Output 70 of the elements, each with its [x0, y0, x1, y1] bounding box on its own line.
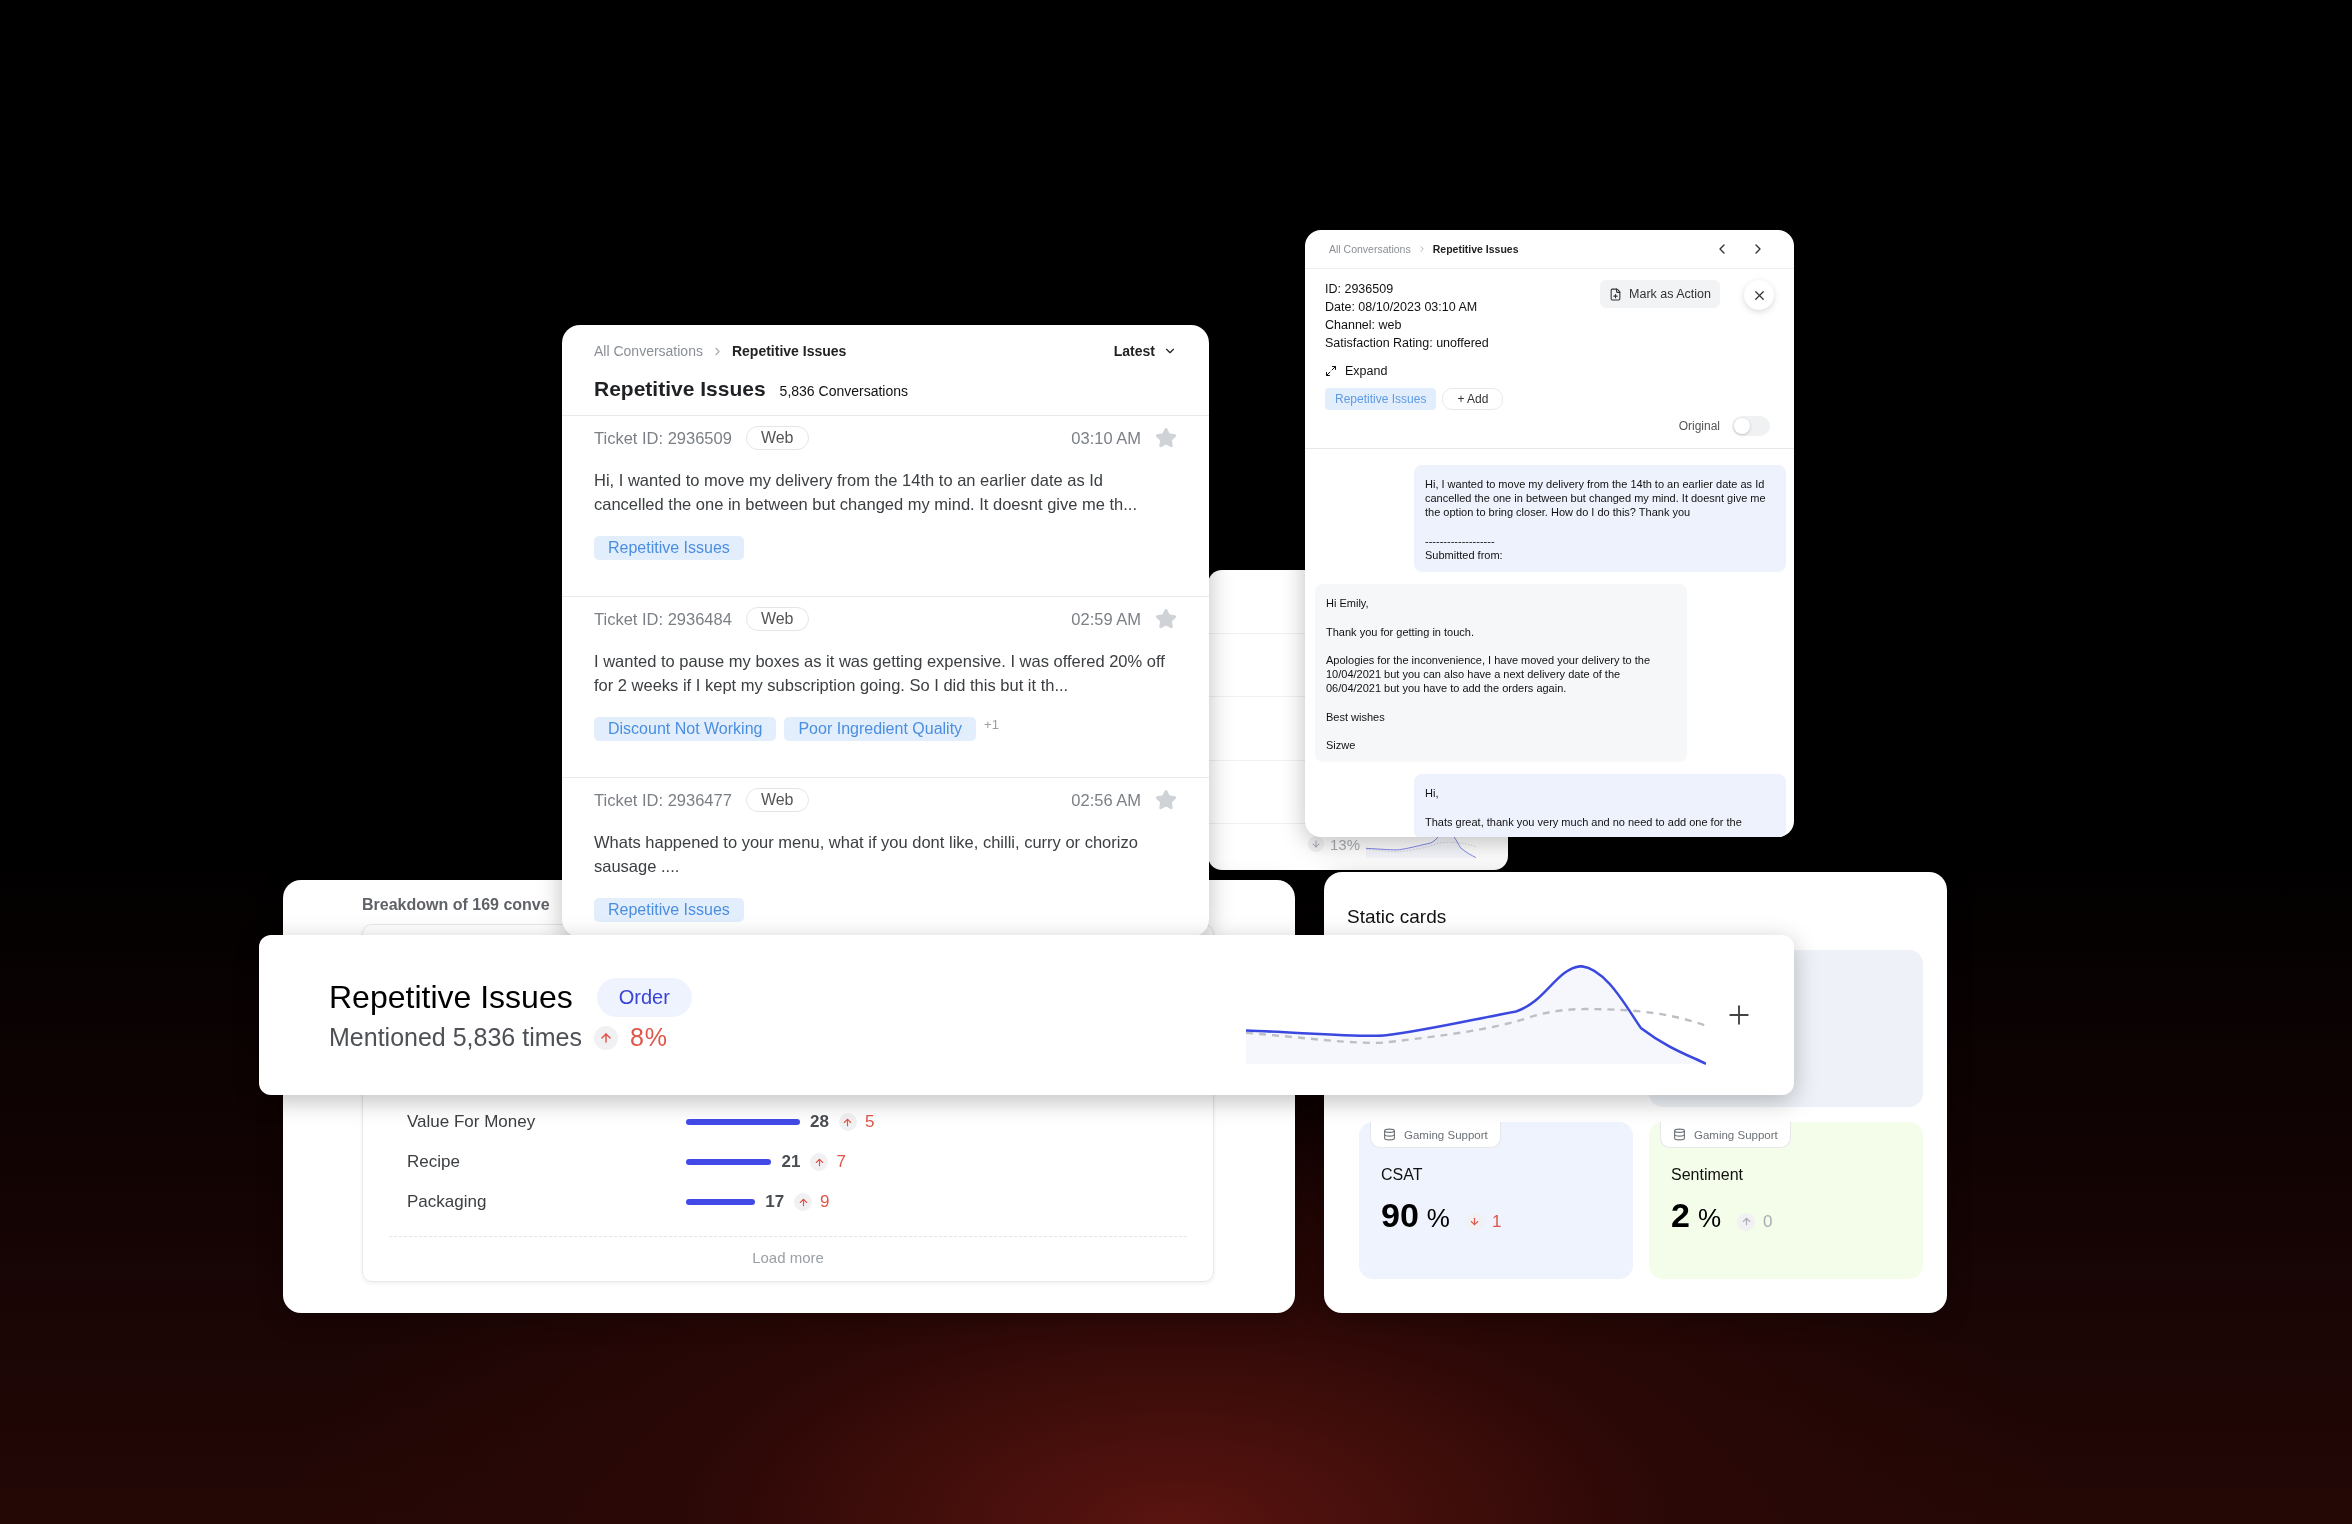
ticket-preview: Whats happened to your menu, what if you dont like, chilli, curry or chorizo sausage ....: [594, 832, 1139, 877]
percent-change: 13%: [1330, 835, 1361, 853]
category-tag: Order: [596, 978, 692, 1017]
source-label: Gaming Support: [1694, 1128, 1778, 1141]
ticket-id: Ticket ID: 2936477: [594, 790, 732, 810]
sort-dropdown[interactable]: Latest: [1113, 343, 1177, 359]
row-label: Recipe: [407, 1152, 461, 1172]
expand-icon: [1325, 365, 1337, 377]
database-icon: [1673, 1128, 1686, 1141]
issue-tag: Repetitive Issues: [594, 536, 744, 560]
star-icon[interactable]: [1155, 427, 1177, 449]
ticket-item[interactable]: Ticket ID: 2936477 Web 02:56 AM Whats happened to your menu, what if you dont like, chilli, curry or chorizo sausage .... Repetitive Issues: [562, 778, 1209, 928]
breadcrumb-link[interactable]: Repetitive Issues: [731, 343, 847, 359]
message-bubble: Hi Emily, Thank you for getting in touch. Apologies for the inconvenience, I have moved your delivery to the 10/04/2021 but you can also have a next delivery date of the 06/04/2021 but you have to add the orders again. Best wishes Sizwe: [1315, 584, 1687, 763]
change-value: 1: [1491, 1212, 1502, 1232]
change-value: 5: [864, 1112, 875, 1132]
metric-unit: %: [1426, 1203, 1450, 1234]
ticket-preview: Hi, I wanted to move my delivery from the 14th to an earlier date as Id cancelled the one in between but changed my mind. It doesnt give me th...: [594, 470, 1138, 515]
mark-as-action-button[interactable]: Mark as Action: [1600, 280, 1720, 308]
message-bubble: Hi, Thats great, thank you very much and no need to add one for the: [1414, 774, 1786, 837]
more-tags-count: +1: [984, 717, 999, 732]
change-value: 9: [820, 1192, 830, 1212]
issue-tag: Repetitive Issues: [1325, 388, 1437, 410]
close-button[interactable]: [1744, 280, 1774, 310]
metric-label: CSAT: [1381, 1166, 1424, 1184]
row-label: Value For Money: [407, 1112, 537, 1132]
breadcrumb-link[interactable]: All Conversations: [1329, 243, 1411, 255]
conversation-count: 5,836 Conversations: [779, 383, 908, 399]
mention-count: Mentioned 5,836 times: [329, 1023, 582, 1052]
original-toggle[interactable]: [1732, 416, 1770, 436]
metric-value: 2: [1671, 1196, 1690, 1235]
change-value: 0: [1763, 1212, 1773, 1232]
ticket-preview: I wanted to pause my boxes as it was getting expensive. I was offered 20% off for 2 weeks if I kept my subscription going. So I did this but it th...: [594, 651, 1166, 696]
star-icon[interactable]: [1155, 789, 1177, 811]
toggle-label: Original: [1678, 419, 1720, 433]
page-title: Repetitive Issues: [594, 377, 766, 401]
percent-change: 8%: [629, 1023, 669, 1052]
ticket-time: 02:56 AM: [1071, 790, 1141, 810]
card-title: Breakdown of 169 conve: [362, 896, 550, 913]
count-value: 28: [809, 1112, 829, 1132]
count-bar: [686, 1199, 756, 1205]
message-bubble: Hi, I wanted to move my delivery from the 14th to an earlier date as Id cancelled the one in between but changed my mind. It doesnt give me the option to bring closer. How do I do this? Thank you ------------------- Submitted from:: [1414, 465, 1786, 573]
ticket-meta: Channel: web: [1325, 317, 1403, 334]
count-value: 17: [765, 1192, 785, 1212]
ticket-item[interactable]: Ticket ID: 2936509 Web 03:10 AM Hi, I wanted to move my delivery from the 14th to an earlier date as Id cancelled the one in between but changed my mind. It doesnt give me th... Repetitive Issues: [562, 416, 1209, 597]
ticket-meta: ID: 2936509: [1325, 281, 1395, 298]
metric-value: 90: [1381, 1196, 1419, 1235]
ticket-meta: Date: 08/10/2023 03:10 AM: [1325, 299, 1479, 316]
source-label: Gaming Support: [1404, 1128, 1488, 1141]
star-icon[interactable]: [1155, 608, 1177, 630]
change-value: 7: [836, 1152, 846, 1172]
issue-tag: Discount Not Working: [594, 717, 777, 741]
metric-unit: %: [1697, 1203, 1722, 1234]
metric-label: Sentiment: [1671, 1166, 1745, 1184]
breadcrumb-link[interactable]: Repetitive Issues: [1432, 243, 1519, 255]
add-tag-button[interactable]: + Add: [1442, 388, 1504, 410]
database-icon: [1383, 1128, 1396, 1141]
issue-tag: Poor Ingredient Quality: [784, 717, 977, 741]
issue-title: Repetitive Issues: [329, 979, 573, 1016]
ticket-id: Ticket ID: 2936509: [594, 428, 732, 448]
ticket-id: Ticket ID: 2936484: [594, 609, 732, 629]
issue-tag: Repetitive Issues: [594, 898, 744, 922]
card-title: Static cards: [1346, 905, 1448, 928]
ticket-time: 02:59 AM: [1071, 609, 1141, 629]
count-value: 21: [781, 1152, 801, 1172]
file-plus-icon: [1609, 287, 1622, 301]
expand-button[interactable]: Expand: [1325, 364, 1388, 378]
ticket-time: 03:10 AM: [1071, 428, 1141, 448]
ticket-meta: Satisfaction Rating: unoffered: [1325, 335, 1490, 352]
row-label: Packaging: [407, 1192, 488, 1212]
